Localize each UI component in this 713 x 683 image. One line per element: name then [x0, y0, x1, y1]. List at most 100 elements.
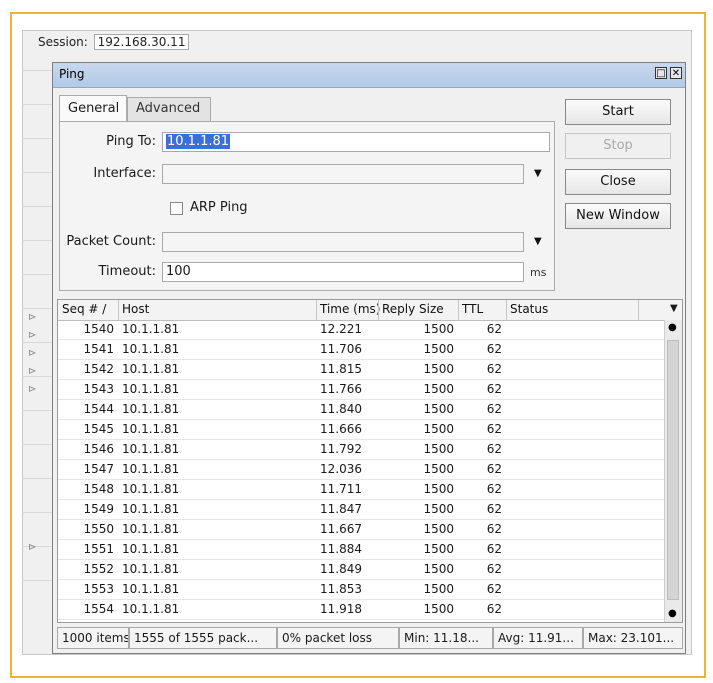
cell-ttl: 62	[486, 342, 502, 356]
cell-ttl: 62	[486, 602, 502, 616]
cell-seq: 1545	[83, 422, 114, 436]
table-row[interactable]: 1543 10.1.1.81 11.766 1500 62	[58, 381, 666, 397]
cell-reply-size: 1500	[423, 442, 454, 456]
row-divider	[58, 359, 666, 360]
cell-host: 10.1.1.81	[122, 522, 180, 536]
row-divider	[58, 579, 666, 580]
title-bar[interactable]: Ping □ ✕	[53, 63, 685, 88]
cell-host: 10.1.1.81	[122, 442, 180, 456]
cell-reply-size: 1500	[423, 482, 454, 496]
status-packets: 1555 of 1555 pack...	[129, 627, 277, 649]
table-row[interactable]: 1542 10.1.1.81 11.815 1500 62	[58, 361, 666, 377]
close-icon[interactable]: ✕	[670, 67, 682, 79]
cell-time: 11.840	[320, 402, 362, 416]
cell-reply-size: 1500	[423, 362, 454, 376]
cell-reply-size: 1500	[423, 502, 454, 516]
cell-time: 11.766	[320, 382, 362, 396]
column-menu-icon[interactable]: ▼	[670, 303, 678, 314]
row-divider	[58, 479, 666, 480]
scroll-down-icon[interactable]: ●	[668, 608, 677, 619]
close-button[interactable]: Close	[565, 169, 671, 195]
stop-button[interactable]: Stop	[565, 133, 671, 159]
cell-reply-size: 1500	[423, 582, 454, 596]
cell-reply-size: 1500	[423, 402, 454, 416]
table-row[interactable]: 1549 10.1.1.81 11.847 1500 62	[58, 501, 666, 517]
col-time[interactable]: Time (ms)	[320, 302, 381, 316]
session-bar: Session: 192.168.30.11	[38, 34, 190, 50]
col-seq[interactable]: Seq # /	[62, 302, 106, 316]
row-flag-icon: ⊳	[28, 348, 37, 359]
table-row[interactable]: 1541 10.1.1.81 11.706 1500 62	[58, 341, 666, 357]
scroll-up-icon[interactable]: ●	[668, 322, 677, 333]
row-divider	[58, 419, 666, 420]
cell-reply-size: 1500	[423, 382, 454, 396]
status-min: Min: 11.18...	[399, 627, 493, 649]
timeout-field[interactable]: 100	[162, 262, 524, 282]
table-row[interactable]: 1548 10.1.1.81 11.711 1500 62	[58, 481, 666, 497]
interface-label: Interface:	[93, 166, 156, 181]
cell-time: 11.666	[320, 422, 362, 436]
row-divider	[58, 339, 666, 340]
interface-select[interactable]	[162, 164, 524, 184]
row-flag-icon: ⊳	[28, 384, 37, 395]
ping-to-value: 10.1.1.81	[166, 134, 231, 149]
col-status[interactable]: Status	[510, 302, 548, 316]
packet-count-field[interactable]	[162, 232, 524, 252]
table-row[interactable]: 1553 10.1.1.81 11.853 1500 62	[58, 581, 666, 597]
table-row[interactable]: 1546 10.1.1.81 11.792 1500 62	[58, 441, 666, 457]
cell-ttl: 62	[486, 542, 502, 556]
start-button[interactable]: Start	[565, 99, 671, 125]
window-title: Ping	[59, 67, 85, 81]
cell-seq: 1547	[83, 462, 114, 476]
cell-seq: 1553	[83, 582, 114, 596]
ping-to-field[interactable]: 10.1.1.81	[162, 132, 550, 152]
cell-seq: 1540	[83, 322, 114, 336]
cell-host: 10.1.1.81	[122, 322, 180, 336]
row-flag-icon: ⊳	[28, 542, 37, 553]
arp-ping-checkbox[interactable]	[170, 202, 183, 215]
row-divider	[58, 599, 666, 600]
timeout-label: Timeout:	[98, 264, 156, 279]
table-row[interactable]: 1554 10.1.1.81 11.918 1500 62	[58, 601, 666, 617]
table-row[interactable]: 1550 10.1.1.81 11.667 1500 62	[58, 521, 666, 537]
col-host[interactable]: Host	[122, 302, 149, 316]
cell-ttl: 62	[486, 502, 502, 516]
cell-time: 12.221	[320, 322, 362, 336]
cell-host: 10.1.1.81	[122, 362, 180, 376]
table-row[interactable]: 1552 10.1.1.81 11.849 1500 62	[58, 561, 666, 577]
cell-seq: 1549	[83, 502, 114, 516]
row-divider	[58, 519, 666, 520]
table-row[interactable]: 1544 10.1.1.81 11.840 1500 62	[58, 401, 666, 417]
cell-time: 11.667	[320, 522, 362, 536]
cell-time: 11.815	[320, 362, 362, 376]
scrollbar-thumb[interactable]	[667, 340, 679, 600]
new-window-button[interactable]: New Window	[565, 203, 671, 229]
restore-icon[interactable]: □	[655, 67, 667, 79]
chevron-down-icon[interactable]: ▼	[534, 168, 542, 179]
table-row[interactable]: 1547 10.1.1.81 12.036 1500 62	[58, 461, 666, 477]
row-divider	[58, 559, 666, 560]
cell-reply-size: 1500	[423, 322, 454, 336]
cell-time: 11.853	[320, 582, 362, 596]
row-divider	[58, 379, 666, 380]
chevron-down-icon[interactable]: ▼	[534, 236, 542, 247]
cell-seq: 1544	[83, 402, 114, 416]
cell-ttl: 62	[486, 382, 502, 396]
cell-host: 10.1.1.81	[122, 422, 180, 436]
cell-reply-size: 1500	[423, 522, 454, 536]
table-row[interactable]: 1545 10.1.1.81 11.666 1500 62	[58, 421, 666, 437]
cell-seq: 1550	[83, 522, 114, 536]
cell-seq: 1546	[83, 442, 114, 456]
cell-time: 11.847	[320, 502, 362, 516]
tab-advanced[interactable]: Advanced	[127, 97, 211, 121]
table-row[interactable]: 1540 10.1.1.81 12.221 1500 62	[58, 321, 666, 337]
cell-host: 10.1.1.81	[122, 542, 180, 556]
vertical-scrollbar[interactable]: ● ●	[664, 320, 682, 622]
row-flag-icon: ⊳	[28, 366, 37, 377]
cell-seq: 1542	[83, 362, 114, 376]
tab-general[interactable]: General	[59, 95, 127, 121]
col-ttl[interactable]: TTL	[462, 302, 483, 316]
table-row[interactable]: 1551 10.1.1.81 11.884 1500 62	[58, 541, 666, 557]
cell-ttl: 62	[486, 322, 502, 336]
col-reply-size[interactable]: Reply Size	[382, 302, 444, 316]
